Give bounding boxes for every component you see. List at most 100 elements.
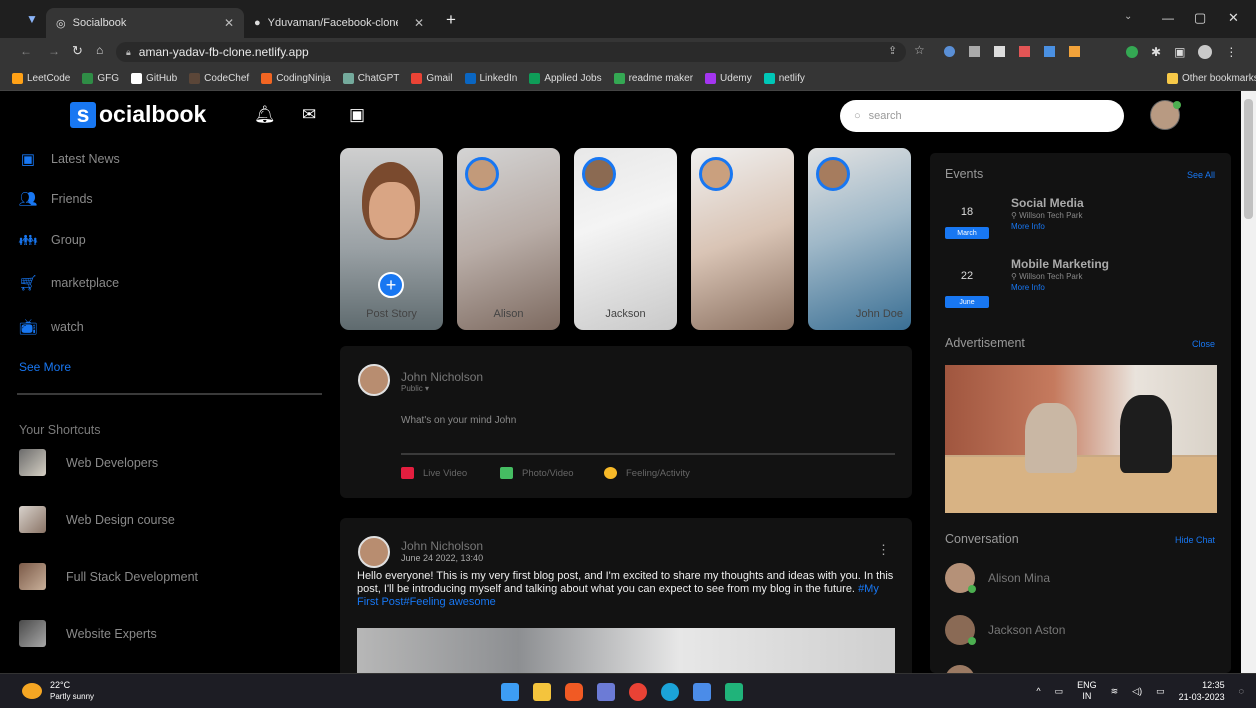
hide-chat-link[interactable]: Hide Chat: [1175, 535, 1215, 545]
clock[interactable]: 12:35 21-03-2023: [1179, 679, 1225, 703]
kebab-menu-icon[interactable]: ⋮: [1225, 45, 1237, 59]
home-icon[interactable]: ⌂: [96, 43, 103, 57]
story-user[interactable]: [691, 148, 794, 330]
story-post[interactable]: + Post Story: [340, 148, 443, 330]
event-title[interactable]: Social Media: [1011, 196, 1084, 210]
file-explorer-icon[interactable]: [533, 683, 551, 701]
shortcut-web-design-course[interactable]: Web Design course: [19, 506, 175, 533]
windows-start-icon[interactable]: [501, 683, 519, 701]
see-more-link[interactable]: See More: [19, 360, 71, 374]
bookmark-item[interactable]: LeetCode: [12, 72, 70, 84]
edge-icon[interactable]: [661, 683, 679, 701]
shortcut-full-stack[interactable]: Full Stack Development: [19, 563, 198, 590]
language-indicator[interactable]: ENG IN: [1077, 680, 1097, 702]
bookmark-item[interactable]: Applied Jobs: [529, 72, 602, 84]
shortcut-website-experts[interactable]: Website Experts: [19, 620, 157, 647]
vscode-icon[interactable]: [597, 683, 615, 701]
bookmark-other[interactable]: Other bookmarks: [1167, 72, 1256, 84]
extension-icon[interactable]: [1069, 46, 1080, 57]
share-icon[interactable]: ⇪: [888, 44, 897, 57]
notification-icon[interactable]: ◌: [1239, 686, 1244, 696]
bell-icon[interactable]: 🔔︎: [254, 105, 276, 125]
extension-icon[interactable]: [1126, 46, 1138, 58]
puzzle-icon[interactable]: ✱: [1151, 45, 1161, 59]
brave-icon[interactable]: [565, 683, 583, 701]
video-icon[interactable]: ▣: [349, 105, 365, 125]
url-field[interactable]: 🔒︎ aman-yadav-fb-clone.netlify.app: [116, 42, 906, 62]
tab-socialbook[interactable]: ◎ Socialbook ✕: [46, 8, 244, 38]
profile-icon[interactable]: [1198, 45, 1213, 59]
story-jackson[interactable]: Jackson: [574, 148, 677, 330]
site-logo[interactable]: s ocialbook: [70, 101, 206, 128]
close-tab-icon[interactable]: ✕: [224, 16, 234, 30]
user-avatar[interactable]: [1150, 100, 1181, 130]
sidebar-item-latest-news[interactable]: ▣ Latest News: [19, 151, 120, 168]
event-more-info[interactable]: More Info: [1011, 222, 1045, 231]
bookmark-item[interactable]: Gmail: [411, 72, 453, 84]
tab-github[interactable]: ● Yduvaman/Facebook-clone: You ✕: [244, 8, 434, 38]
mail-icon[interactable]: ✉: [302, 105, 316, 125]
extension-icon[interactable]: [994, 46, 1005, 57]
post-menu-icon[interactable]: ⋮: [877, 542, 890, 558]
contact-partial[interactable]: [945, 665, 975, 673]
forward-icon[interactable]: →: [48, 44, 60, 58]
event-title[interactable]: Mobile Marketing: [1011, 257, 1109, 271]
sidebar-item-group[interactable]: 👪︎ Group: [18, 232, 85, 249]
bookmark-item[interactable]: GFG: [82, 72, 119, 84]
battery-icon[interactable]: ▭: [1156, 686, 1165, 697]
chrome-icon[interactable]: [629, 683, 647, 701]
bookmark-item[interactable]: CodeChef: [189, 72, 249, 84]
advertisement-image[interactable]: [945, 365, 1217, 513]
back-icon[interactable]: ←: [20, 44, 32, 58]
extension-icon[interactable]: [969, 46, 980, 57]
bookmark-item[interactable]: GitHub: [131, 72, 177, 84]
sidebar-item-friends[interactable]: 👥︎ Friends: [18, 191, 92, 208]
story-alison[interactable]: Alison: [457, 148, 560, 330]
extension-icon[interactable]: [1044, 46, 1055, 57]
bookmark-item[interactable]: LinkedIn: [464, 72, 517, 84]
app-icon[interactable]: [725, 683, 743, 701]
page-scrollbar[interactable]: [1241, 91, 1256, 673]
keyboard-icon[interactable]: ▭: [1055, 686, 1064, 697]
search-input[interactable]: ○ search: [840, 100, 1124, 132]
see-all-events-link[interactable]: See All: [1187, 170, 1215, 180]
extension-icon[interactable]: [1019, 46, 1030, 57]
event-more-info[interactable]: More Info: [1011, 283, 1045, 292]
close-ad-link[interactable]: Close: [1192, 339, 1215, 349]
close-window-icon[interactable]: ✕: [1228, 10, 1239, 26]
composer-input[interactable]: What's on your mind John: [401, 415, 516, 426]
bookmark-item[interactable]: readme maker: [613, 72, 693, 84]
volume-icon[interactable]: ◁): [1132, 686, 1142, 697]
extension-icon[interactable]: [944, 46, 955, 57]
scrollbar-thumb[interactable]: [1244, 99, 1253, 219]
live-video-button[interactable]: Live Video: [401, 467, 467, 479]
story-john-doe[interactable]: John Doe: [808, 148, 911, 330]
contact-jackson-aston[interactable]: Jackson Aston: [945, 615, 1065, 645]
sidepanel-icon[interactable]: ▣: [1174, 45, 1185, 59]
bookmark-item[interactable]: Udemy: [705, 72, 752, 84]
notepad-icon[interactable]: [693, 683, 711, 701]
reload-icon[interactable]: ↻: [72, 43, 83, 59]
weather-widget[interactable]: 22°C Partly sunny: [22, 680, 94, 702]
bookmark-item[interactable]: ChatGPT: [342, 72, 399, 84]
maximize-icon[interactable]: ▢: [1194, 10, 1206, 26]
shortcut-web-developers[interactable]: Web Developers: [19, 449, 158, 476]
star-icon[interactable]: ☆: [914, 43, 925, 57]
add-story-button[interactable]: +: [378, 272, 404, 298]
contact-alison-mina[interactable]: Alison Mina: [945, 563, 1050, 593]
post-image[interactable]: [357, 628, 895, 673]
sidebar-item-watch[interactable]: 📺︎ watch: [18, 319, 83, 336]
bookmark-item[interactable]: netlify: [763, 72, 805, 84]
tab-search-icon[interactable]: ⌄: [1124, 11, 1132, 22]
sidebar-item-marketplace[interactable]: 🛒︎ marketplace: [18, 275, 119, 292]
chrome-menu-icon[interactable]: ▼: [26, 12, 38, 26]
privacy-selector[interactable]: Public ▾: [401, 384, 429, 393]
bookmark-item[interactable]: CodingNinja: [261, 72, 331, 84]
new-tab-button[interactable]: +: [446, 10, 456, 30]
wifi-icon[interactable]: ≋: [1111, 686, 1119, 697]
feeling-button[interactable]: Feeling/Activity: [604, 467, 690, 479]
photo-video-button[interactable]: Photo/Video: [500, 467, 574, 479]
close-tab-icon[interactable]: ✕: [414, 16, 424, 30]
chevron-up-icon[interactable]: ^: [1036, 686, 1040, 696]
minimize-icon[interactable]: —: [1162, 11, 1174, 25]
